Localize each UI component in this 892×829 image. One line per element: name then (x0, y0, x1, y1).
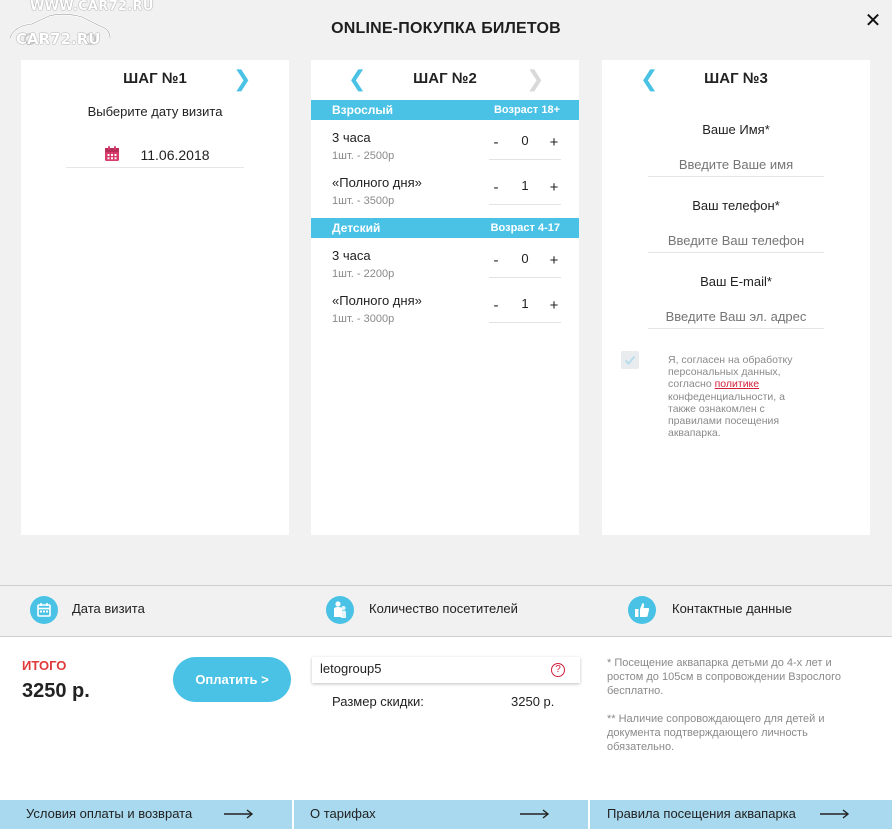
watermark-url: WWW.CAR72.RU (30, 0, 154, 14)
promo-code-input[interactable] (320, 661, 540, 676)
discount-label: Размер скидки: (332, 694, 424, 709)
ticket-name: «Полного дня» (332, 293, 422, 308)
category-bar-adult: Взрослый Возраст 18+ (311, 100, 579, 120)
footer-link-label: Правила посещения аквапарка (607, 806, 796, 821)
total-label: ИТОГО (22, 658, 67, 673)
name-label: Ваше Имя* (702, 122, 770, 137)
step3-title: ШАГ №3 (704, 70, 768, 87)
date-picker[interactable]: 11.06.2018 (66, 144, 244, 168)
ticket-name: «Полного дня» (332, 175, 422, 190)
ticket-row: «Полного дня» 1шт. - 3000р - 1 + (332, 293, 562, 333)
pay-button[interactable]: Оплатить > (173, 657, 291, 702)
step2-panel: ❮ ШАГ №2 ❯ Взрослый Возраст 18+ 3 часа 1… (311, 60, 579, 535)
ticket-row: «Полного дня» 1шт. - 3500р - 1 + (332, 175, 562, 215)
quantity-stepper: - 0 + (489, 130, 561, 160)
consent-text-after: конфеденциальности, а также ознакомлен с… (668, 390, 785, 440)
category-age: Возраст 4-17 (490, 222, 560, 234)
footer-link-label: О тарифах (310, 806, 376, 821)
calendar-icon (30, 596, 58, 624)
ticket-row: 3 часа 1шт. - 2200р - 0 + (332, 248, 562, 288)
ticket-price: 1шт. - 2200р (332, 268, 395, 280)
increment-button[interactable]: + (548, 179, 560, 196)
footer-link-tariffs[interactable]: О тарифах (294, 800, 588, 829)
footer-link-rules[interactable]: Правила посещения аквапарка (590, 800, 892, 829)
phone-field[interactable] (648, 229, 824, 253)
summary-contacts-label: Контактные данные (672, 601, 792, 616)
footer-bar: Условия оплаты и возврата О тарифах Прав… (0, 800, 892, 829)
consent-checkbox[interactable] (621, 351, 639, 369)
ticket-name: 3 часа (332, 248, 371, 263)
step1-subtitle: Выберите дату визита (87, 104, 223, 119)
increment-button[interactable]: + (548, 134, 560, 151)
email-field[interactable] (648, 305, 824, 329)
category-name: Детский (332, 221, 381, 235)
discount-value: 3250 р. (511, 694, 555, 709)
quantity-stepper: - 1 + (489, 293, 561, 323)
footer-link-payment-terms[interactable]: Условия оплаты и возврата (0, 800, 292, 829)
footer-link-label: Условия оплаты и возврата (26, 806, 193, 821)
category-name: Взрослый (332, 103, 394, 117)
close-icon[interactable]: ✕ (862, 10, 884, 32)
phone-label: Ваш телефон* (692, 198, 780, 213)
quantity-stepper: - 0 + (489, 248, 561, 278)
visitors-icon (326, 596, 354, 624)
email-label: Ваш E-mail* (700, 274, 772, 289)
category-bar-child: Детский Возраст 4-17 (311, 218, 579, 238)
help-icon[interactable]: ? (551, 663, 565, 677)
increment-button[interactable]: + (548, 252, 560, 269)
check-icon (624, 355, 636, 365)
arrow-right-icon (224, 809, 254, 819)
consent-text: Я, согласен на обработку персональных да… (668, 354, 796, 439)
promo-code-box: ? (312, 657, 580, 683)
summary-visitors-label: Количество посетителей (369, 601, 518, 616)
arrow-right-icon (520, 809, 550, 819)
name-field[interactable] (648, 153, 824, 177)
step2-next-arrow-icon[interactable]: ❯ (526, 69, 544, 91)
arrow-right-icon (820, 809, 850, 819)
note-escort-required: ** Наличие сопровождающего для детей и д… (607, 713, 825, 753)
ticket-row: 3 часа 1шт. - 2500р - 0 + (332, 130, 562, 170)
step1-panel: ШАГ №1 ❯ Выберите дату визита 11.06.2018 (21, 60, 289, 535)
summary-date-label: Дата визита (72, 601, 145, 616)
policy-link[interactable]: политике (715, 378, 760, 390)
quantity-stepper: - 1 + (489, 175, 561, 205)
ticket-price: 1шт. - 3500р (332, 195, 395, 207)
category-age: Возраст 18+ (493, 104, 560, 116)
selected-date: 11.06.2018 (140, 147, 210, 163)
modal-title: ONLINE-ПОКУПКА БИЛЕТОВ (331, 20, 561, 37)
note-children-free: * Посещение аквапарка детьми до 4-х лет … (607, 657, 841, 697)
increment-button[interactable]: + (548, 297, 560, 314)
total-value: 3250 р. (22, 680, 90, 702)
thumbs-up-icon (628, 596, 656, 624)
divider (0, 585, 892, 586)
ticket-price: 1шт. - 3000р (332, 313, 395, 325)
ticket-name: 3 часа (332, 130, 371, 145)
step3-panel: ❮ ШАГ №3 Ваше Имя* Ваш телефон* Ваш E-ma… (602, 60, 870, 535)
ticket-price: 1шт. - 2500р (332, 150, 395, 162)
step1-next-arrow-icon[interactable]: ❯ (233, 69, 251, 91)
